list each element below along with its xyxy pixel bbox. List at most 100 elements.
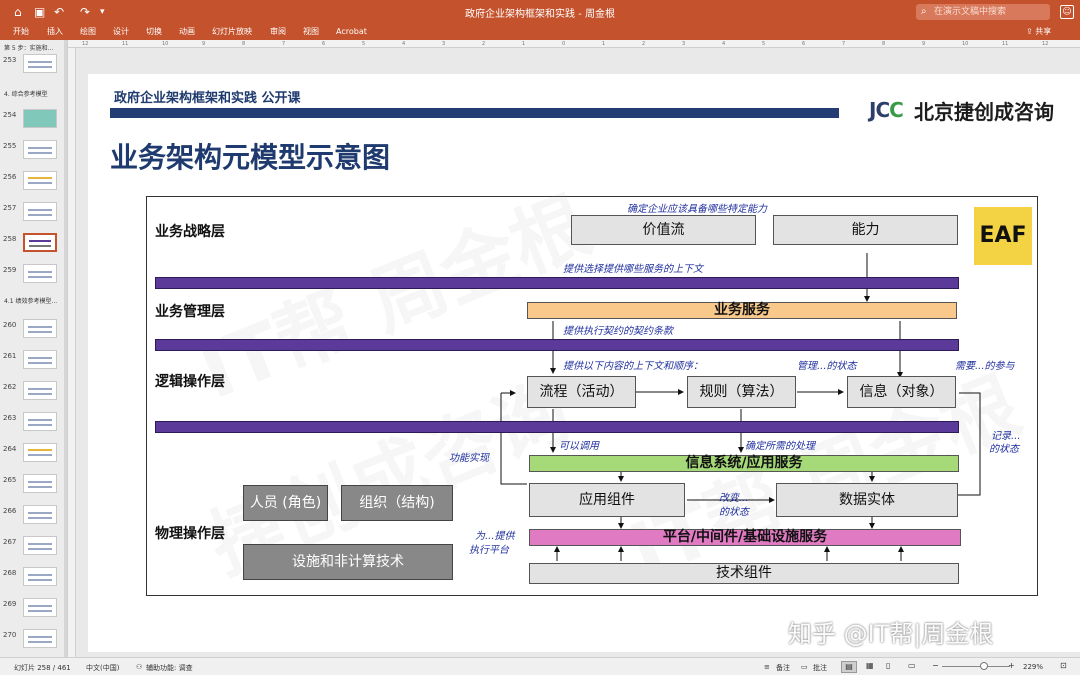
account-icon[interactable]: ☺ (1060, 5, 1074, 19)
slide-thumbnail[interactable] (23, 171, 57, 190)
slide-number: 265 (3, 476, 17, 484)
slide-thumbnail[interactable] (23, 202, 57, 221)
status-bar: 幻灯片 258 / 461 中文(中国) ⚇ 辅助功能: 调查 ≡ 备注 ▭ 批… (0, 657, 1080, 675)
technology-component-box[interactable]: 技术组件 (529, 563, 959, 584)
slide-thumbnail[interactable] (23, 381, 57, 400)
slide-number: 262 (3, 383, 17, 391)
comments-button[interactable]: 批注 (813, 663, 827, 673)
process-box[interactable]: 流程（活动） (527, 376, 636, 408)
people-box[interactable]: 人员 (角色) (243, 485, 328, 521)
slide-thumbnail[interactable] (23, 54, 57, 73)
slide-thumbnail[interactable] (23, 140, 57, 159)
zoom-out-icon[interactable]: − (932, 661, 939, 670)
slide-number: 255 (3, 142, 17, 150)
thumbnail-scrollbar[interactable] (64, 40, 67, 657)
zoom-slider-thumb[interactable] (980, 662, 988, 670)
title-underline-bar (110, 108, 839, 118)
ruler-mark: 2 (642, 41, 646, 47)
slide-thumbnail[interactable] (23, 109, 57, 128)
slide-thumbnail[interactable] (23, 264, 57, 283)
fit-to-window-icon[interactable]: ⊡ (1060, 661, 1067, 670)
company-name: 北京捷创成咨询 (914, 100, 1054, 124)
slide-thumbnail[interactable] (23, 443, 57, 462)
note-context-order: 提供以下内容的上下文和顺序： (563, 361, 703, 372)
slide-number: 266 (3, 507, 17, 515)
slide-canvas[interactable]: 政府企业架构框架和实践 公开课 JCC 北京捷创成咨询 业务架构元模型示意图 I… (88, 74, 1080, 652)
note-records-state-2: 的状态 (989, 444, 1019, 455)
slide-thumbnail[interactable] (23, 412, 57, 431)
tab-acrobat[interactable]: Acrobat (336, 26, 367, 38)
language-indicator[interactable]: 中文(中国) (86, 663, 119, 673)
data-entity-box[interactable]: 数据实体 (776, 483, 958, 517)
note-capability: 确定企业应该具备哪些特定能力 (627, 204, 767, 215)
slide-thumbnail[interactable] (23, 319, 57, 338)
ruler-mark: 10 (162, 41, 169, 47)
tab-insert[interactable]: 插入 (47, 26, 63, 38)
notes-icon[interactable]: ≡ (764, 663, 770, 671)
tab-draw[interactable]: 绘图 (80, 26, 96, 38)
share-button[interactable]: ⇪ 共享 (1026, 26, 1051, 37)
application-component-box[interactable]: 应用组件 (529, 483, 685, 517)
ruler-mark: 1 (522, 41, 526, 47)
search-box[interactable]: ⌕ 在演示文稿中搜索 (916, 4, 1050, 20)
tab-design[interactable]: 设计 (113, 26, 129, 38)
section-label[interactable]: 4.1 绩效参考模型... (4, 296, 57, 305)
eaf-logo-text: EAF (979, 223, 1027, 248)
normal-view-icon[interactable]: ▤ (841, 661, 857, 673)
slide-number: 261 (3, 352, 17, 360)
platform-service-bar[interactable]: 平台/中间件/基础设施服务 (529, 529, 961, 546)
section-label[interactable]: 4. 综合参考模型 (4, 89, 48, 98)
slide-thumbnail[interactable] (23, 350, 57, 369)
ruler-mark: 3 (442, 41, 446, 47)
slide-title[interactable]: 业务架构元模型示意图 (110, 136, 390, 176)
horizontal-ruler[interactable]: 12 11 10 9 8 7 6 5 4 3 2 1 0 1 2 3 4 5 6… (68, 40, 1080, 48)
notes-button[interactable]: 备注 (776, 663, 790, 673)
note-determine-processing: 确定所需的处理 (745, 441, 815, 452)
slide-thumbnail[interactable] (23, 567, 57, 586)
tab-animations[interactable]: 动画 (179, 26, 195, 38)
tab-transitions[interactable]: 切换 (146, 26, 162, 38)
slideshow-icon[interactable]: ▭ (908, 661, 916, 670)
facilities-box[interactable]: 设施和非计算技术 (243, 544, 453, 580)
slide-number: 260 (3, 321, 17, 329)
slide-thumbnail[interactable] (23, 474, 57, 493)
business-architecture-diagram[interactable]: IT帮 周金根 捷创成咨询 IT帮 周金根 业务战略层 业务管理层 逻辑操作层 … (146, 180, 1038, 596)
slide-thumbnail-selected[interactable] (23, 233, 57, 252)
capability-box[interactable]: 能力 (773, 215, 958, 245)
accessibility-icon[interactable]: ⚇ (136, 663, 142, 671)
information-box[interactable]: 信息（对象） (847, 376, 956, 408)
ruler-mark: 11 (122, 41, 129, 47)
slide-thumbnail[interactable] (23, 629, 57, 648)
vertical-ruler[interactable] (68, 48, 76, 657)
value-stream-box[interactable]: 价值流 (571, 215, 756, 245)
zoom-slider-track[interactable] (942, 666, 1010, 667)
ruler-mark: 3 (682, 41, 686, 47)
business-service-bar[interactable]: 业务服务 (527, 302, 957, 319)
note-can-invoke: 可以调用 (559, 441, 599, 452)
reading-view-icon[interactable]: ▯ (886, 661, 890, 670)
share-label: 共享 (1035, 27, 1052, 36)
tab-view[interactable]: 视图 (303, 26, 319, 38)
slide-thumbnail[interactable] (23, 505, 57, 524)
accessibility-status[interactable]: 辅助功能: 调查 (146, 663, 193, 673)
section-label[interactable]: 第 5 步：实施和... (4, 43, 53, 52)
tab-home[interactable]: 开始 (13, 26, 29, 38)
zoom-in-icon[interactable]: + (1008, 661, 1015, 670)
organization-box[interactable]: 组织（结构) (341, 485, 453, 521)
info-system-service-bar[interactable]: 信息系统/应用服务 (529, 455, 959, 472)
zoom-level[interactable]: 229% (1023, 663, 1043, 671)
thumbnail-pane[interactable]: 第 5 步：实施和... 253 4. 综合参考模型 254 255 256 2… (0, 40, 68, 657)
slide-number: 269 (3, 600, 17, 608)
slide-sorter-icon[interactable]: ▦ (866, 661, 874, 670)
comments-icon[interactable]: ▭ (801, 663, 808, 671)
rules-box[interactable]: 规则（算法） (687, 376, 796, 408)
tab-review[interactable]: 审阅 (270, 26, 286, 38)
slide-thumbnail[interactable] (23, 536, 57, 555)
ruler-mark: 10 (962, 41, 969, 47)
slide-number: 253 (3, 56, 17, 64)
ruler-mark: 7 (282, 41, 286, 47)
slide-thumbnail[interactable] (23, 598, 57, 617)
tab-slideshow[interactable]: 幻灯片放映 (212, 26, 252, 38)
slide-number: 259 (3, 266, 17, 274)
title-bar: ⌂ ▣ ↶ ↷ ▾ 政府企业架构框架和实践 - 周金根 ⌕ 在演示文稿中搜索 ☺ (0, 0, 1080, 24)
